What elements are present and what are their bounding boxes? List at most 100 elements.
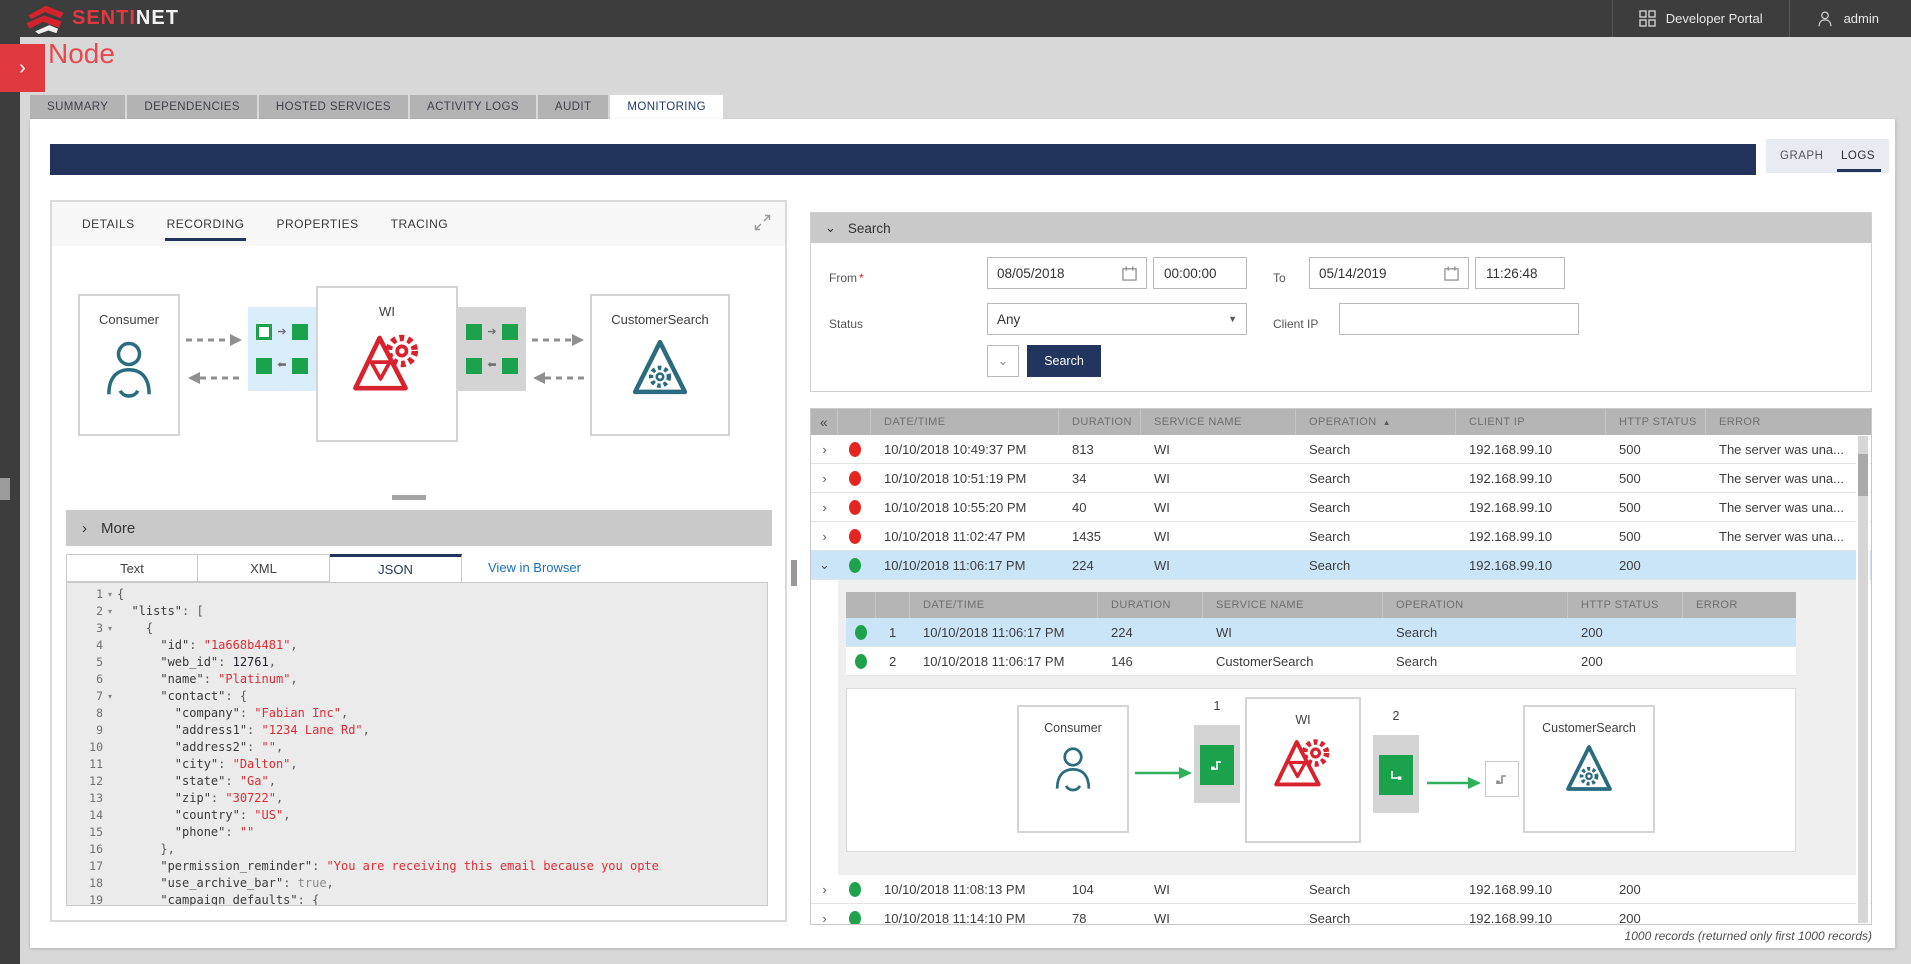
cell: 500	[1606, 529, 1706, 544]
tab-hosted-services[interactable]: HOSTED SERVICES	[259, 95, 408, 119]
log-row[interactable]: ›10/10/2018 11:14:10 PM78WISearch192.168…	[811, 904, 1871, 925]
recording-tab-recording[interactable]: RECORDING	[167, 217, 245, 231]
column-header-duration[interactable]: DURATION	[1098, 592, 1203, 618]
from-date-input[interactable]: 08/05/2018	[987, 257, 1147, 289]
tab-activity-logs[interactable]: ACTIVITY LOGS	[410, 95, 536, 119]
chevron-right-icon: ›	[19, 57, 26, 80]
row-expand-icon[interactable]: ›	[811, 500, 838, 515]
to-time-input[interactable]	[1475, 257, 1565, 289]
message-square[interactable]	[256, 358, 272, 374]
tab-monitoring[interactable]: MONITORING	[610, 95, 723, 119]
message-square[interactable]	[292, 324, 308, 340]
vertical-splitter-handle[interactable]	[791, 560, 797, 586]
column-header-date-time[interactable]: DATE/TIME	[871, 409, 1059, 435]
table-scrollbar[interactable]	[1856, 436, 1870, 923]
diagram-node-customersearch[interactable]: CustomerSearch	[590, 294, 730, 436]
fold-marker-icon[interactable]: ▾	[103, 620, 117, 637]
column-header-error[interactable]: ERROR	[1683, 592, 1796, 618]
diagram-node-wi[interactable]: WI	[316, 286, 458, 442]
message-pair-inbound[interactable]: ➔ ⬅	[248, 307, 316, 391]
fold-marker-icon[interactable]: ▾	[103, 603, 117, 620]
search-options-button[interactable]: ⌄	[987, 345, 1019, 377]
log-row[interactable]: ›10/10/2018 10:55:20 PM40WISearch192.168…	[811, 493, 1871, 522]
diagram-node-consumer[interactable]: Consumer	[1017, 705, 1129, 833]
message-connector[interactable]	[1485, 761, 1519, 797]
column-header-operation[interactable]: OPERATION	[1383, 592, 1568, 618]
json-code-viewer[interactable]: 1▾{2▾ "lists": [3▾ {4 "id": "1a668b4481"…	[66, 582, 768, 906]
row-expand-icon[interactable]: ›	[811, 442, 838, 457]
message-square[interactable]	[502, 324, 518, 340]
row-collapse-icon[interactable]: ⌄	[811, 557, 838, 573]
client-ip-input[interactable]	[1339, 303, 1579, 335]
message-step-1[interactable]	[1200, 745, 1234, 785]
message-square[interactable]	[502, 358, 518, 374]
column-header-service-name[interactable]: SERVICE NAME	[1203, 592, 1383, 618]
row-expand-icon[interactable]: ›	[811, 471, 838, 486]
transaction-row[interactable]: 210/10/2018 11:06:17 PM146CustomerSearch…	[846, 647, 1796, 676]
column-header-http-status[interactable]: HTTP STATUS	[1568, 592, 1683, 618]
cell: Search	[1383, 654, 1568, 669]
column-header-blank	[876, 592, 910, 618]
fold-marker-icon[interactable]: ▾	[103, 586, 117, 603]
format-tab-json[interactable]: JSON	[330, 554, 462, 582]
recording-tab-tracing[interactable]: TRACING	[391, 217, 449, 231]
format-tab-text[interactable]: Text	[66, 554, 198, 582]
recording-tab-details[interactable]: DETAILS	[82, 217, 135, 231]
message-square[interactable]	[466, 324, 482, 340]
log-row[interactable]: ›10/10/2018 11:02:47 PM1435WISearch192.1…	[811, 522, 1871, 551]
scrollbar-thumb[interactable]	[1858, 454, 1868, 496]
column-header-duration[interactable]: DURATION	[1059, 409, 1141, 435]
column-header-error[interactable]: ERROR	[1706, 409, 1857, 435]
diagram-node-wi[interactable]: WI	[1245, 697, 1361, 843]
developer-portal-button[interactable]: Developer Portal	[1612, 0, 1789, 37]
row-expand-icon[interactable]: ›	[811, 882, 838, 897]
column-header-service-name[interactable]: SERVICE NAME	[1141, 409, 1296, 435]
cell: Search	[1383, 625, 1568, 640]
message-square-selected[interactable]	[256, 324, 272, 340]
row-expand-icon[interactable]: ›	[811, 911, 838, 926]
log-row[interactable]: ›10/10/2018 10:51:19 PM34WISearch192.168…	[811, 464, 1871, 493]
transaction-row[interactable]: 110/10/2018 11:06:17 PM224WISearch200	[846, 618, 1796, 647]
tab-summary[interactable]: SUMMARY	[30, 95, 125, 119]
toggle-logs[interactable]: LOGS	[1841, 150, 1875, 162]
sentinet-logo[interactable]: SENTINET	[0, 4, 179, 34]
format-tab-xml[interactable]: XML	[198, 554, 330, 582]
log-row[interactable]: ›10/10/2018 11:08:13 PM104WISearch192.16…	[811, 875, 1871, 904]
view-in-browser-link[interactable]: View in Browser	[488, 560, 581, 575]
toggle-graph[interactable]: GRAPH	[1780, 150, 1823, 162]
more-expander[interactable]: › More	[66, 510, 772, 546]
column-header-http-status[interactable]: HTTP STATUS	[1606, 409, 1706, 435]
rail-scroll-thumb[interactable]	[0, 478, 10, 500]
message-square[interactable]	[292, 358, 308, 374]
to-date-input[interactable]: 05/14/2019	[1309, 257, 1469, 289]
user-menu[interactable]: admin	[1789, 0, 1911, 37]
log-row[interactable]: ⌄10/10/2018 11:06:17 PM224WISearch192.16…	[811, 551, 1871, 580]
search-button[interactable]: Search	[1027, 345, 1101, 377]
row-expand-icon[interactable]: ›	[811, 529, 838, 544]
status-select[interactable]: Any ▼	[987, 303, 1247, 335]
line-number: 9	[67, 722, 103, 739]
message-pair-outbound[interactable]: ➔ ⬅	[458, 307, 526, 391]
sidebar-expand-tab[interactable]: ›	[0, 44, 45, 92]
expand-panel-icon[interactable]	[754, 214, 771, 231]
code-line: 18 "use_archive_bar": true,	[67, 875, 767, 892]
column-header-client-ip[interactable]: CLIENT IP	[1456, 409, 1606, 435]
search-expander[interactable]: ⌄ Search	[811, 213, 1871, 243]
log-row[interactable]: ›10/10/2018 10:49:37 PM813WISearch192.16…	[811, 435, 1871, 464]
from-time-input[interactable]	[1153, 257, 1247, 289]
tab-audit[interactable]: AUDIT	[538, 95, 609, 119]
diagram-node-customersearch[interactable]: CustomerSearch	[1523, 705, 1655, 833]
horizontal-splitter-handle[interactable]	[392, 495, 426, 500]
diagram-node-consumer[interactable]: Consumer	[78, 294, 180, 436]
tab-dependencies[interactable]: DEPENDENCIES	[127, 95, 257, 119]
fold-marker-icon[interactable]: ▾	[103, 688, 117, 705]
message-step-2[interactable]	[1379, 755, 1413, 795]
scrollbar-track[interactable]	[1858, 436, 1868, 923]
column-header-date-time[interactable]: DATE/TIME	[910, 592, 1098, 618]
column-header-operation[interactable]: OPERATION▲	[1296, 409, 1456, 435]
recording-tab-properties[interactable]: PROPERTIES	[276, 217, 358, 231]
message-square[interactable]	[466, 358, 482, 374]
collapse-all-icon[interactable]: «	[811, 409, 838, 435]
collapsed-graph-bar[interactable]	[50, 144, 1756, 175]
brand-text: SENTINET	[72, 7, 179, 30]
